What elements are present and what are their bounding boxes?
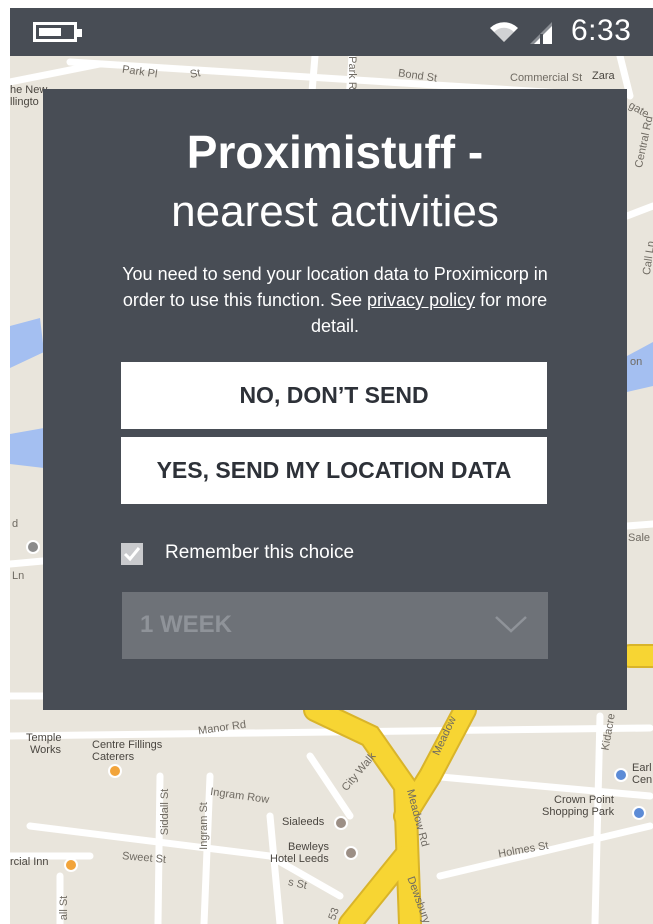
dont-send-button[interactable]: NO, DON’T SEND (121, 362, 547, 429)
map-label: all St (58, 895, 71, 921)
map-label: Shopping Park (542, 806, 615, 818)
chevron-down-icon (495, 616, 527, 633)
battery-icon (33, 22, 82, 42)
map-label: Caterers (92, 751, 135, 763)
map-label: on (630, 356, 643, 368)
dialog-subtitle: nearest activities (171, 187, 499, 236)
map-label: d (12, 518, 19, 530)
hotel-icon (344, 846, 358, 860)
dialog-message: You need to send your location data to P… (103, 261, 567, 339)
map-label: Centre Fillings (92, 739, 163, 751)
map-label: he New (10, 84, 48, 96)
dialog-title: Proximistuff - (186, 126, 484, 178)
map-label: Works (30, 744, 61, 756)
location-permission-dialog: Proximistuff - nearest activities You ne… (43, 89, 627, 710)
parking-icon (26, 540, 40, 554)
map-label: St (189, 67, 202, 81)
check-icon (123, 547, 141, 562)
wifi-icon (490, 22, 518, 42)
map-label: Commercial St (510, 72, 583, 84)
map-label: Cen (632, 774, 653, 786)
map-label: Sialeeds (282, 816, 325, 828)
map-label: Ingram St (197, 802, 210, 850)
restaurant-icon (108, 764, 122, 778)
map-label: Hotel Leeds (270, 853, 329, 865)
place-icon (334, 816, 348, 830)
privacy-policy-link[interactable]: privacy policy (367, 290, 475, 310)
send-location-button[interactable]: YES, SEND MY LOCATION DATA (121, 437, 547, 504)
map-label: Ln (12, 570, 25, 582)
remember-duration-select[interactable]: 1 WEEK (122, 592, 548, 659)
checkbox-box[interactable] (121, 543, 143, 565)
map-label: llingto (10, 96, 39, 108)
cell-signal-icon (530, 22, 552, 44)
remember-choice-label: Remember this choice (165, 542, 355, 563)
map-label: Bewleys (288, 841, 329, 853)
bar-icon (64, 858, 78, 872)
map-label: Earl (632, 762, 652, 774)
map-label: Temple (26, 732, 62, 744)
shopping-icon (614, 768, 628, 782)
map-label: Crown Point (554, 794, 614, 806)
duration-value: 1 WEEK (140, 611, 233, 638)
map-label: Sale (628, 532, 651, 544)
map-label: Zara (592, 70, 615, 82)
shopping-icon (632, 806, 646, 820)
map-label: rcial Inn (10, 856, 49, 868)
status-bar: 6:33 (10, 8, 653, 56)
phone-screen: Park Pl Bond St Commercial St Zara he Ne… (10, 8, 653, 924)
map-label: Siddall St (159, 788, 172, 836)
status-time: 6:33 (571, 14, 632, 47)
